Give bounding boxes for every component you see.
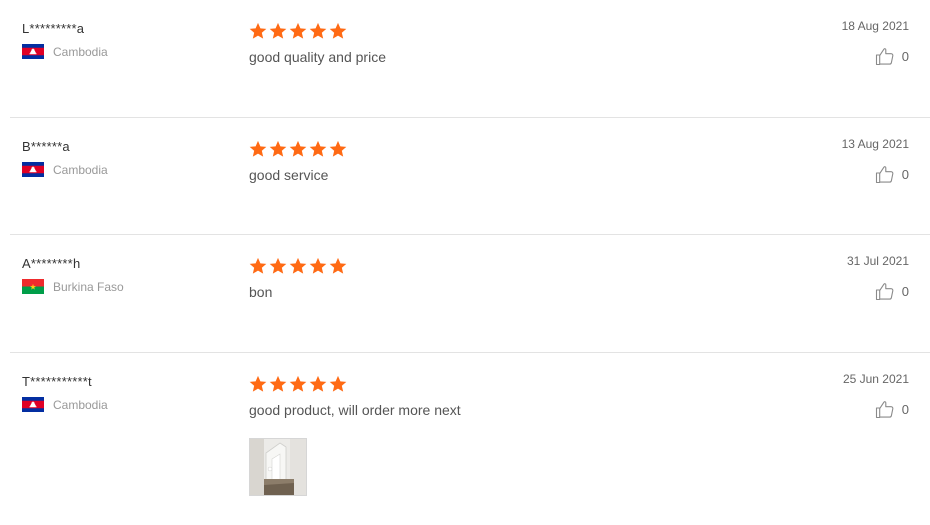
review-content: good quality and price: [249, 22, 386, 65]
star-rating: [249, 375, 461, 393]
star-icon: [269, 257, 287, 275]
country-name: Cambodia: [53, 44, 108, 59]
helpful-button[interactable]: 0: [842, 47, 909, 66]
star-icon: [309, 22, 327, 40]
star-icon: [249, 22, 267, 40]
review-comment: good quality and price: [249, 49, 386, 65]
reviewer-country: Cambodia: [22, 397, 108, 412]
reviewer-info: A********h Burkina Faso: [22, 256, 124, 294]
star-icon: [249, 140, 267, 158]
review-comment: good service: [249, 167, 329, 183]
review-date: 31 Jul 2021: [846, 254, 909, 268]
cambodia-flag-icon: [22, 397, 44, 412]
thumbs-up-icon[interactable]: [875, 165, 895, 184]
review-meta: 13 Aug 2021 0: [842, 137, 909, 184]
like-count: 0: [901, 402, 909, 417]
star-icon: [329, 22, 347, 40]
thumbs-up-icon[interactable]: [875, 47, 895, 66]
helpful-button[interactable]: 0: [842, 165, 909, 184]
star-icon: [289, 140, 307, 158]
cambodia-flag-icon: [22, 162, 44, 177]
reviewer-info: B******a Cambodia: [22, 139, 108, 177]
review-comment: good product, will order more next: [249, 402, 461, 418]
star-icon: [309, 375, 327, 393]
review-date: 18 Aug 2021: [841, 19, 909, 33]
star-icon: [329, 140, 347, 158]
review-date: 13 Aug 2021: [841, 137, 909, 151]
reviewer-info: L*********a Cambodia: [22, 21, 108, 59]
reviewer-name: B******a: [22, 139, 70, 154]
thumbs-up-icon[interactable]: [875, 400, 895, 419]
country-name: Cambodia: [53, 397, 108, 412]
star-icon: [309, 257, 327, 275]
review-comment: bon: [249, 284, 273, 300]
review-content: good service: [249, 140, 349, 183]
country-name: Cambodia: [53, 162, 108, 177]
star-icon: [269, 22, 287, 40]
star-icon: [249, 375, 267, 393]
reviewer-name: T***********t: [22, 374, 92, 389]
country-name: Burkina Faso: [53, 279, 124, 294]
review-photo-thumbnail[interactable]: [249, 438, 307, 496]
star-icon: [289, 22, 307, 40]
star-rating: [249, 257, 349, 275]
reviewer-country: Cambodia: [22, 162, 108, 177]
like-count: 0: [901, 284, 909, 299]
reviewer-name: A********h: [22, 256, 81, 271]
cambodia-flag-icon: [22, 44, 44, 59]
burkina-faso-flag-icon: [22, 279, 44, 294]
review-date: 25 Jun 2021: [842, 372, 909, 386]
reviewer-name: L*********a: [22, 21, 85, 36]
star-icon: [249, 257, 267, 275]
star-icon: [289, 257, 307, 275]
star-icon: [269, 375, 287, 393]
review-meta: 18 Aug 2021 0: [842, 19, 909, 66]
review-item: B******a Cambodia good service 13 Aug 20…: [10, 118, 930, 235]
helpful-button[interactable]: 0: [843, 400, 909, 419]
review-meta: 25 Jun 2021 0: [843, 372, 909, 419]
review-content: bon: [249, 257, 349, 300]
star-rating: [249, 140, 349, 158]
review-item: T***********t Cambodia good product, wil…: [10, 353, 930, 525]
review-meta: 31 Jul 2021 0: [847, 254, 909, 301]
star-icon: [329, 257, 347, 275]
reviewer-country: Cambodia: [22, 44, 108, 59]
star-rating: [249, 22, 386, 40]
review-item: L*********a Cambodia good quality and pr…: [10, 0, 930, 118]
star-icon: [269, 140, 287, 158]
reviewer-country: Burkina Faso: [22, 279, 124, 294]
like-count: 0: [901, 49, 909, 64]
star-icon: [309, 140, 327, 158]
like-count: 0: [901, 167, 909, 182]
review-item: A********h Burkina Faso bon 31 Jul 2021 …: [10, 235, 930, 353]
star-icon: [329, 375, 347, 393]
review-photo-image[interactable]: [250, 439, 306, 495]
reviewer-info: T***********t Cambodia: [22, 374, 108, 412]
thumbs-up-icon[interactable]: [875, 282, 895, 301]
reviews-list: L*********a Cambodia good quality and pr…: [0, 0, 930, 525]
helpful-button[interactable]: 0: [847, 282, 909, 301]
star-icon: [289, 375, 307, 393]
review-content: good product, will order more next: [249, 375, 461, 496]
